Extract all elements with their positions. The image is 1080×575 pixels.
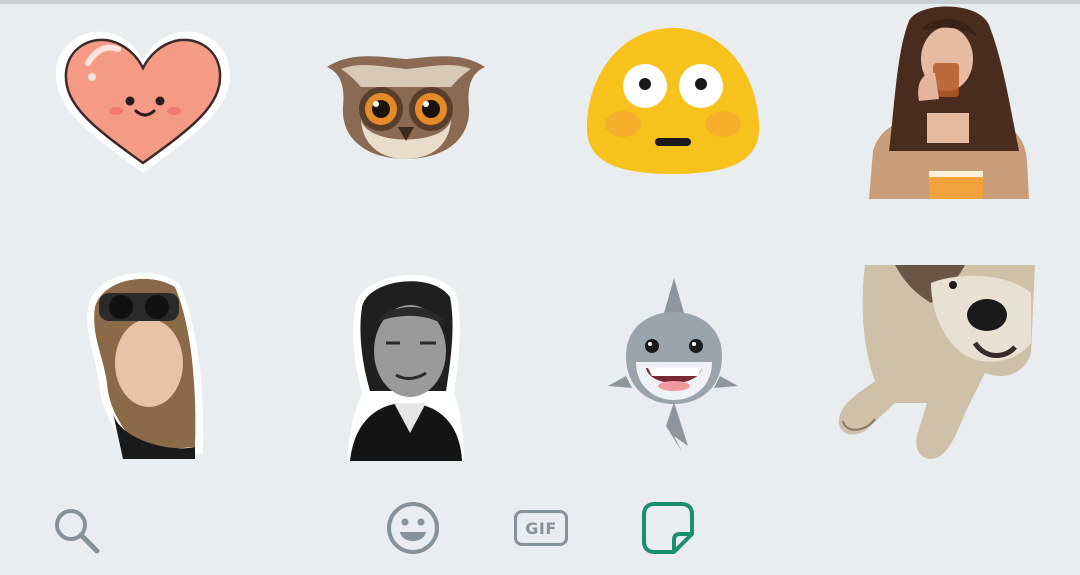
heart-icon	[55, 31, 230, 173]
sticker-icon	[642, 502, 694, 554]
shark-icon	[607, 278, 738, 452]
flushed-face-icon	[586, 27, 760, 174]
emoji-icon	[387, 502, 439, 554]
search-icon	[55, 509, 100, 554]
man-portrait-photo	[348, 274, 464, 461]
woman-selfie-photo	[87, 272, 204, 459]
woman-drinking-photo	[869, 6, 1029, 199]
owl-icon	[326, 56, 485, 159]
owl-sticker[interactable]	[318, 45, 493, 165]
sticker-tab[interactable]	[638, 498, 698, 558]
shark-sticker[interactable]	[605, 275, 740, 455]
man-portrait-sticker[interactable]	[345, 262, 467, 462]
flushed-blob-sticker[interactable]	[583, 22, 763, 177]
search-button[interactable]	[48, 502, 104, 558]
emoji-tab[interactable]	[383, 498, 443, 558]
gif-label: GIF	[514, 510, 568, 546]
sticker-grid	[0, 0, 1080, 480]
dog-sticker[interactable]	[835, 262, 1035, 462]
heart-sticker[interactable]	[45, 20, 240, 185]
woman-drinking-sticker[interactable]	[868, 0, 1030, 200]
gif-tab[interactable]: GIF	[510, 506, 572, 550]
dog-photo	[838, 265, 1035, 459]
woman-selfie-sticker[interactable]	[78, 262, 210, 462]
bottom-toolbar: GIF	[0, 480, 1080, 575]
